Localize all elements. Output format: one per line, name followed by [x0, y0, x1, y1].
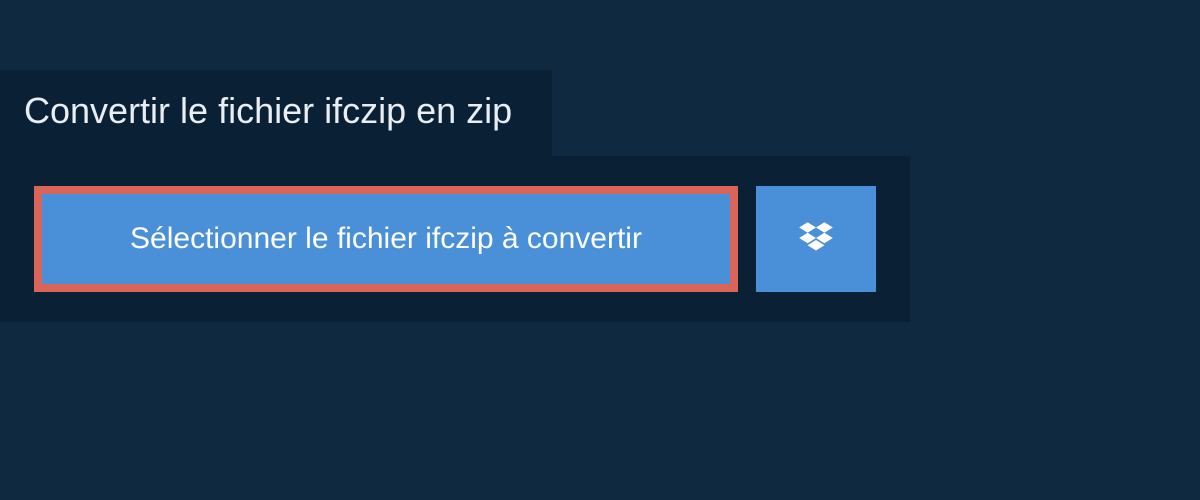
converter-panel: Convertir le fichier ifczip en zip Sélec… [0, 0, 1200, 322]
page-title: Convertir le fichier ifczip en zip [0, 70, 552, 156]
dropbox-button[interactable] [756, 186, 876, 292]
dropbox-icon [795, 218, 837, 260]
select-file-button[interactable]: Sélectionner le fichier ifczip à convert… [34, 186, 738, 292]
file-selection-panel: Sélectionner le fichier ifczip à convert… [0, 156, 910, 322]
